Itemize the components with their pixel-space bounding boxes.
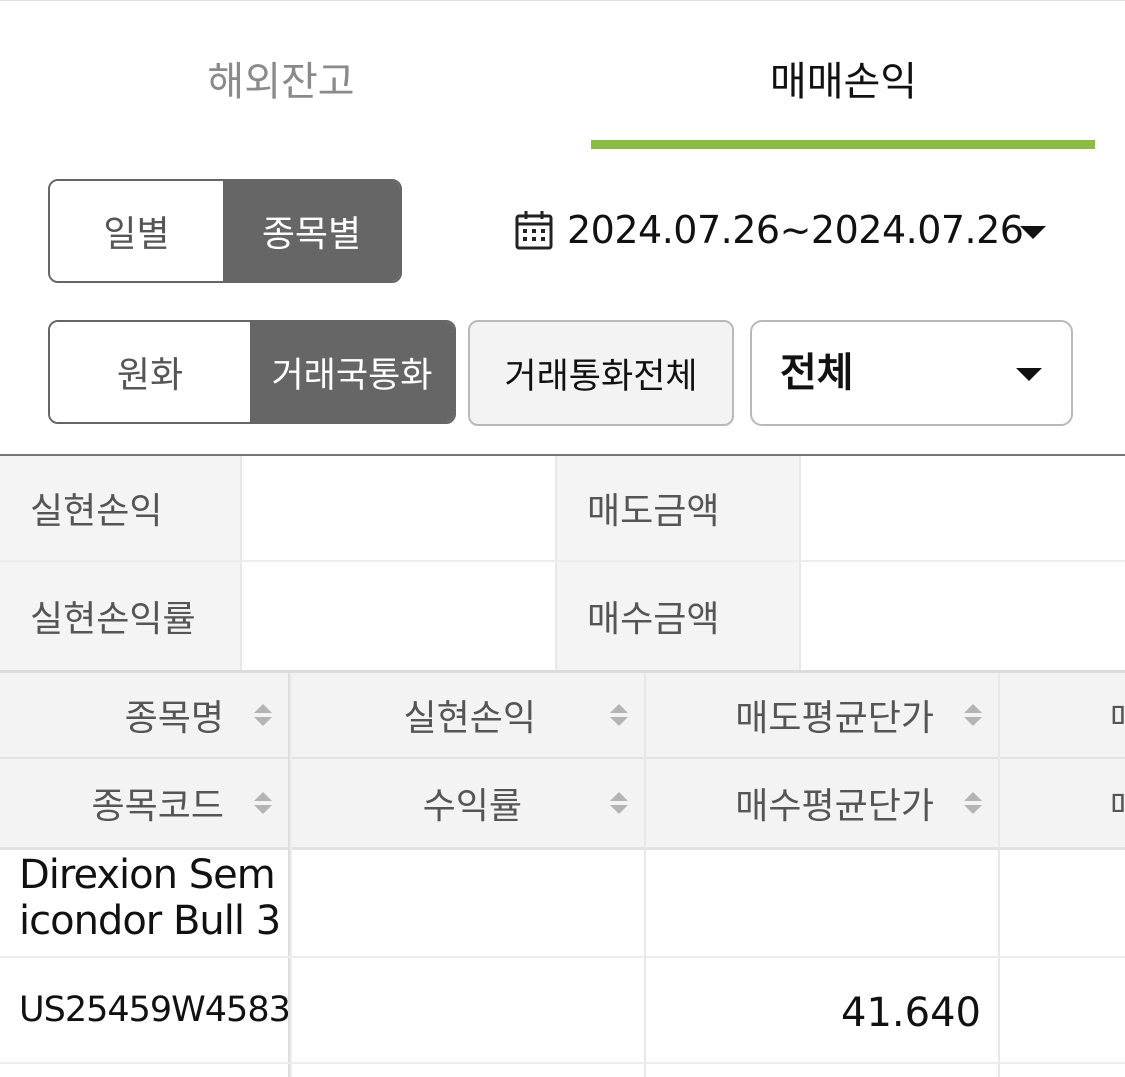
col-header-clipped: 매 <box>1110 699 1125 737</box>
chevron-down-icon <box>1016 368 1042 381</box>
all-currency-button[interactable]: 거래통화전체 <box>468 320 734 426</box>
realized-pnl-value <box>242 456 555 560</box>
col-header-stock-name[interactable]: 종목명 <box>0 673 288 757</box>
buy-amount-value <box>801 562 1125 670</box>
date-range-text: 2024.07.26~2024.07.26 <box>567 208 1024 252</box>
grid-line <box>0 847 1125 850</box>
grid-line <box>799 456 801 670</box>
stock-name-line: icondor Bull 3 <box>19 898 281 944</box>
sort-icon[interactable] <box>964 792 982 814</box>
by-stock-option[interactable]: 종목별 <box>223 181 400 281</box>
trade-currency-option[interactable]: 거래국통화 <box>250 322 454 422</box>
sell-amount-label: 매도금액 <box>557 456 799 560</box>
grid-line <box>0 560 1125 562</box>
date-range-picker[interactable]: 2024.07.26~2024.07.26 <box>515 200 1024 260</box>
sort-icon[interactable] <box>610 704 628 726</box>
calendar-icon <box>515 211 553 250</box>
col-header-stock-code[interactable]: 종목코드 <box>0 759 288 847</box>
col-header-realized-pnl[interactable]: 실현손익 <box>292 673 644 757</box>
table-cell-buy-avg-price: 41.640 <box>841 990 981 1036</box>
tab-trade-pnl[interactable]: 매매손익 <box>562 52 1125 112</box>
col-header-label: 종목명 <box>124 698 224 739</box>
filter-select-value: 전체 <box>780 350 854 396</box>
col-header-label: 매도평균단가 <box>735 698 934 739</box>
grid-line <box>240 456 242 670</box>
col-header-label: 실현손익 <box>403 698 536 739</box>
stock-name-line: Direxion Sem <box>19 852 276 898</box>
sort-icon[interactable] <box>964 704 982 726</box>
col-header-label: 종목코드 <box>91 786 224 827</box>
table-cell-return-rate <box>292 958 644 1062</box>
realized-pnl-label: 실현손익 <box>0 456 240 560</box>
sort-icon[interactable] <box>610 792 628 814</box>
currency-toggle: 원화 거래국통화 <box>48 320 456 424</box>
col-header-sell-avg-price[interactable]: 매도평균단가 <box>646 673 998 757</box>
table-row-stock-name[interactable]: Direxion Sem icondor Bull 3 <box>0 852 288 956</box>
col-header-buy-avg-price[interactable]: 매수평균단가 <box>646 759 998 847</box>
realized-pnl-rate-label: 실현손익률 <box>0 562 240 670</box>
grid-line <box>998 673 1000 1077</box>
sort-icon[interactable] <box>254 704 272 726</box>
grid-line <box>0 757 1125 759</box>
realized-pnl-rate-value <box>242 562 555 670</box>
col-header-label: 수익률 <box>422 786 522 827</box>
active-tab-indicator <box>591 140 1095 149</box>
col-header-clipped: 매 <box>1110 787 1125 825</box>
table-cell-realized-pnl <box>292 852 644 956</box>
krw-option[interactable]: 원화 <box>50 322 250 422</box>
grid-line <box>555 456 557 670</box>
daily-option[interactable]: 일별 <box>50 181 223 281</box>
col-header-label: 매수평균단가 <box>735 786 934 827</box>
chevron-down-icon[interactable] <box>1020 226 1046 239</box>
top-border <box>0 0 1125 1</box>
col-header-return-rate[interactable]: 수익률 <box>292 759 644 847</box>
grid-line <box>0 1062 1125 1064</box>
table-row-stock-code[interactable]: US25459W4583 <box>0 958 291 1062</box>
tab-overseas-balance[interactable]: 해외잔고 <box>0 52 562 112</box>
sort-icon[interactable] <box>254 792 272 814</box>
filter-select[interactable]: 전체 <box>750 320 1073 426</box>
sell-amount-value <box>801 456 1125 560</box>
period-toggle: 일별 종목별 <box>48 179 402 283</box>
buy-amount-label: 매수금액 <box>557 562 799 670</box>
table-cell-sell-avg-price <box>646 852 998 956</box>
